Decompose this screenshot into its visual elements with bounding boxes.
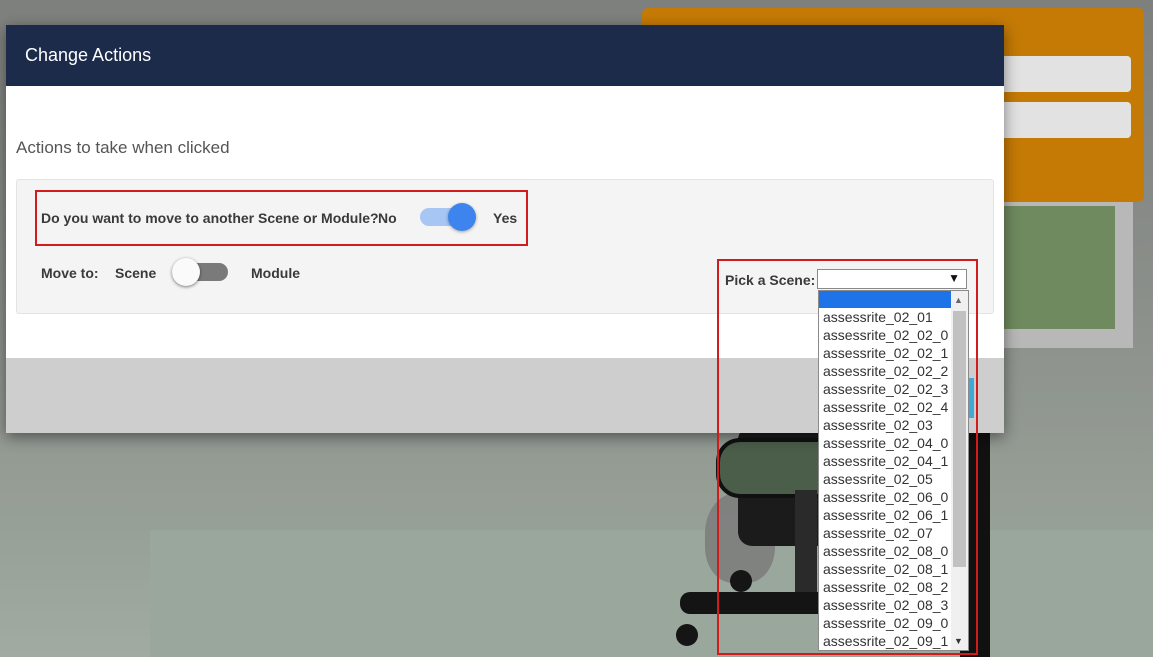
scene-option[interactable]: assessrite_02_08_2	[819, 578, 968, 596]
scene-option[interactable]: assessrite_02_09_1	[819, 632, 968, 650]
move-question-yes-label: Yes	[493, 210, 518, 226]
pick-scene-label: Pick a Scene:	[725, 272, 816, 288]
background-field	[1000, 102, 1131, 138]
scene-option[interactable]: assessrite_02_03	[819, 416, 968, 434]
background-floor	[150, 530, 1153, 657]
dialog-title: Change Actions	[25, 45, 152, 65]
list-scrollbar[interactable]: ▲ ▼	[951, 291, 968, 650]
caret-down-icon: ▼	[948, 271, 960, 285]
scene-option[interactable]: assessrite_02_08_3	[819, 596, 968, 614]
scene-option[interactable]: assessrite_02_02_2	[819, 362, 968, 380]
section-title: Actions to take when clicked	[16, 138, 230, 157]
background-chair-wheel	[676, 624, 698, 646]
background-field	[1000, 56, 1131, 92]
scene-option[interactable]: assessrite_02_02_3	[819, 380, 968, 398]
move-to-label: Move to:	[41, 265, 99, 281]
toggle-thumb	[448, 203, 476, 231]
scene-option[interactable]: assessrite_02_08_1	[819, 560, 968, 578]
background-picture	[995, 206, 1115, 329]
scene-option[interactable]: assessrite_02_02_4	[819, 398, 968, 416]
scene-option[interactable]: assessrite_02_04_1	[819, 452, 968, 470]
arrow-down-icon[interactable]: ▼	[954, 636, 963, 646]
scene-option[interactable]: assessrite_02_05	[819, 470, 968, 488]
scene-option[interactable]	[819, 291, 968, 308]
scene-module-toggle[interactable]	[172, 258, 228, 286]
arrow-up-icon[interactable]: ▲	[954, 295, 963, 305]
scene-option[interactable]: assessrite_02_07	[819, 524, 968, 542]
dialog-header: Change Actions	[6, 25, 1004, 86]
move-to-scene-label: Scene	[115, 265, 157, 281]
scene-option[interactable]: assessrite_02_06_1	[819, 506, 968, 524]
move-to-module-label: Module	[251, 265, 300, 281]
move-question-label: Do you want to move to another Scene or …	[41, 210, 379, 226]
scene-select[interactable]: ▼	[817, 269, 967, 289]
scene-option[interactable]: assessrite_02_02_1	[819, 344, 968, 362]
scene-option[interactable]: assessrite_02_09_0	[819, 614, 968, 632]
scene-option[interactable]: assessrite_02_02_0	[819, 326, 968, 344]
scene-option[interactable]: assessrite_02_08_0	[819, 542, 968, 560]
move-toggle[interactable]	[420, 203, 476, 231]
scene-option[interactable]: assessrite_02_04_0	[819, 434, 968, 452]
scene-option[interactable]: assessrite_02_06_0	[819, 488, 968, 506]
toggle-thumb	[172, 258, 200, 286]
scrollbar-thumb[interactable]	[953, 311, 966, 567]
scene-options-list[interactable]: assessrite_02_01 assessrite_02_02_0 asse…	[818, 290, 969, 651]
move-question-no-label: No	[378, 210, 397, 226]
scene-option[interactable]: assessrite_02_01	[819, 308, 968, 326]
